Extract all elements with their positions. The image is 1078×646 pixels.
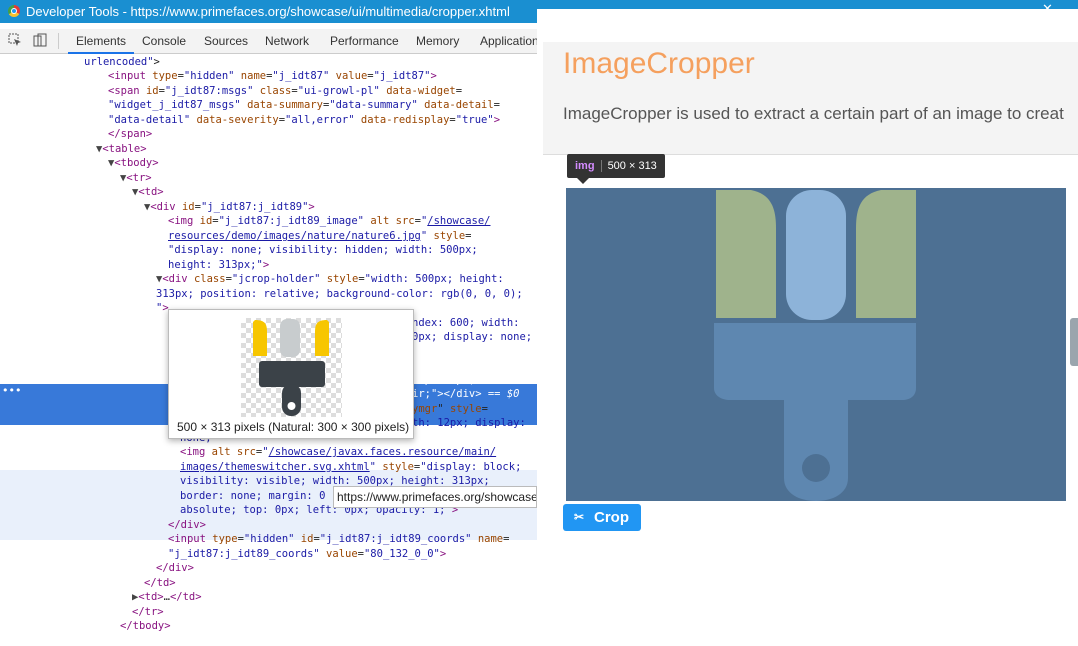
dom-line[interactable]: ▼<td> bbox=[132, 185, 164, 199]
dom-line[interactable]: <input type="hidden" id="j_idt87:j_idt89… bbox=[168, 532, 509, 546]
dom-line-selected[interactable]: idth: 504px; bbox=[412, 359, 488, 373]
page-title: ImageCropper bbox=[563, 47, 755, 80]
crop-image[interactable] bbox=[566, 188, 1066, 501]
dom-line[interactable]: </tbody> bbox=[120, 619, 171, 633]
dom-line[interactable]: <img id="j_idt87:j_idt89_image" alt src=… bbox=[168, 214, 490, 228]
device-toolbar-icon[interactable] bbox=[33, 33, 47, 47]
chrome-logo-icon bbox=[8, 5, 20, 17]
page-description: ImageCropper is used to extract a certai… bbox=[563, 104, 1064, 123]
badge-size: 500 × 313 bbox=[607, 160, 657, 172]
dom-line[interactable]: urlencoded"> bbox=[84, 55, 160, 69]
selected-node-marker: == $0 bbox=[487, 388, 520, 400]
dom-line[interactable]: 0px; display: none; bbox=[412, 330, 532, 344]
devtools-panel: Elements Console Sources Network Perform… bbox=[0, 23, 537, 646]
element-size-badge: img 500 × 313 bbox=[567, 154, 665, 184]
image-dimensions-caption: 500 × 313 pixels (Natural: 300 × 300 pix… bbox=[177, 420, 410, 434]
devtools-tabbar: Elements Console Sources Network Perform… bbox=[0, 29, 537, 54]
dom-line[interactable]: <span id="j_idt87:msgs" class="ui-growl-… bbox=[108, 84, 462, 98]
tab-elements[interactable]: Elements bbox=[67, 34, 135, 54]
tabbar-divider bbox=[58, 33, 59, 49]
dom-line[interactable]: </div> bbox=[156, 561, 194, 575]
dom-line-selected[interactable]: ir;"></div> == $0 bbox=[412, 387, 519, 401]
inspect-element-icon[interactable] bbox=[8, 33, 22, 47]
dom-line[interactable]: ▼<table> bbox=[96, 142, 147, 156]
tab-network[interactable]: Network bbox=[265, 34, 309, 48]
node-menu-dots-icon[interactable]: ••• bbox=[2, 384, 21, 397]
image-preview-tooltip: 500 × 313 pixels (Natural: 300 × 300 pix… bbox=[168, 309, 414, 439]
dom-line[interactable]: ymgr" style= bbox=[412, 402, 488, 416]
dom-line[interactable]: ▼<div class="jcrop-holder" style="width:… bbox=[156, 272, 504, 286]
dom-line[interactable]: </div> bbox=[168, 518, 206, 532]
dom-line[interactable]: <img alt src="/showcase/javax.faces.reso… bbox=[180, 445, 496, 459]
crop-button[interactable]: ✂ Crop bbox=[563, 504, 641, 531]
page-scroll-edge bbox=[1070, 318, 1078, 366]
dom-line[interactable]: ▼<tr> bbox=[120, 171, 152, 185]
badge-tag-name: img bbox=[575, 160, 595, 172]
tab-memory[interactable]: Memory bbox=[416, 34, 459, 48]
dom-line[interactable]: ▼<div id="j_idt87:j_idt89"> bbox=[144, 200, 315, 214]
dom-line[interactable]: <input type="hidden" name="j_idt87" valu… bbox=[108, 69, 437, 83]
dom-line[interactable]: ▶<td>…</td> bbox=[132, 590, 202, 604]
scissors-icon: ✂ bbox=[574, 510, 585, 524]
dom-line[interactable]: ndex: 600; width: bbox=[412, 316, 519, 330]
dom-line[interactable]: height: 313px;"> bbox=[168, 258, 269, 272]
dom-line[interactable]: </tr> bbox=[132, 605, 164, 619]
dom-line[interactable]: resources/demo/images/nature/nature6.jpg… bbox=[168, 229, 471, 243]
dom-line[interactable]: "> bbox=[156, 301, 169, 315]
dom-line[interactable]: </span> bbox=[108, 127, 152, 141]
tab-application[interactable]: Application bbox=[480, 34, 537, 48]
tab-sources[interactable]: Sources bbox=[204, 34, 248, 48]
paint-brush-thumbnail-icon bbox=[253, 319, 329, 416]
tab-performance[interactable]: Performance bbox=[330, 34, 399, 48]
tab-console[interactable]: Console bbox=[142, 34, 186, 48]
dom-line[interactable]: "widget_j_idt87_msgs" data-summary="data… bbox=[108, 98, 500, 112]
dom-line[interactable]: images/themeswitcher.svg.xhtml" style="d… bbox=[180, 460, 521, 474]
dom-line[interactable]: "data-detail" data-severity="all,error" … bbox=[108, 113, 500, 127]
paint-brush-icon bbox=[714, 190, 916, 501]
url-tooltip: https://www.primefaces.org/showcase bbox=[333, 486, 537, 508]
dom-line[interactable]: 313px; position: relative; background-co… bbox=[156, 287, 523, 301]
dom-line[interactable]: th: 12px; display: bbox=[412, 416, 526, 430]
web-page: ImageCropper ImageCropper is used to ext… bbox=[537, 9, 1078, 646]
dom-line-selected[interactable]: top: -2px; left: bbox=[412, 373, 513, 387]
dom-line[interactable]: ▼<tbody> bbox=[108, 156, 159, 170]
crop-button-label: Crop bbox=[594, 509, 629, 526]
transparency-checkerboard bbox=[241, 318, 342, 417]
dom-line[interactable]: "display: none; visibility: hidden; widt… bbox=[168, 243, 478, 257]
window-title: Developer Tools - https://www.primefaces… bbox=[26, 4, 510, 19]
dom-line[interactable]: "j_idt87:j_idt89_coords" value="80_132_0… bbox=[168, 547, 446, 561]
dom-line[interactable]: border: none; margin: 0 bbox=[180, 489, 325, 503]
dom-line[interactable]: </td> bbox=[144, 576, 176, 590]
